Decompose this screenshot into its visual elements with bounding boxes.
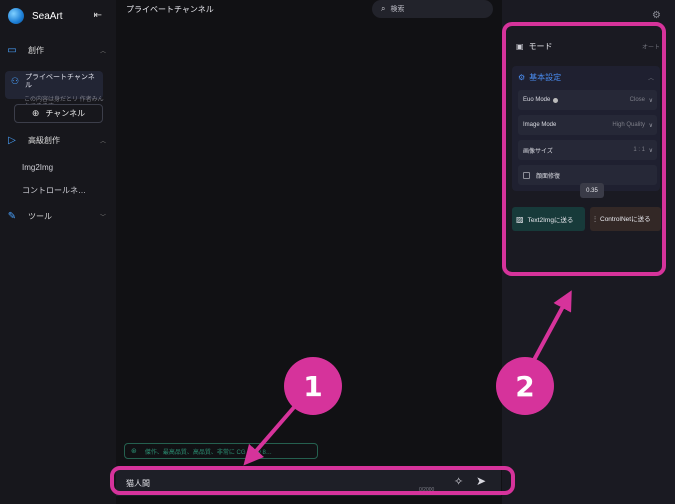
arrow-to-input xyxy=(243,403,298,466)
annotation-arrows xyxy=(243,290,572,466)
step-marker-1: 1 xyxy=(284,357,342,415)
arrow-to-settings xyxy=(532,290,572,361)
step-marker-2: 2 xyxy=(496,357,554,415)
app-window: SeaArt ⇤ ▭ 創作 ︿ ⚇ プライベートチャンネル この内容は身だとリ … xyxy=(0,0,675,504)
